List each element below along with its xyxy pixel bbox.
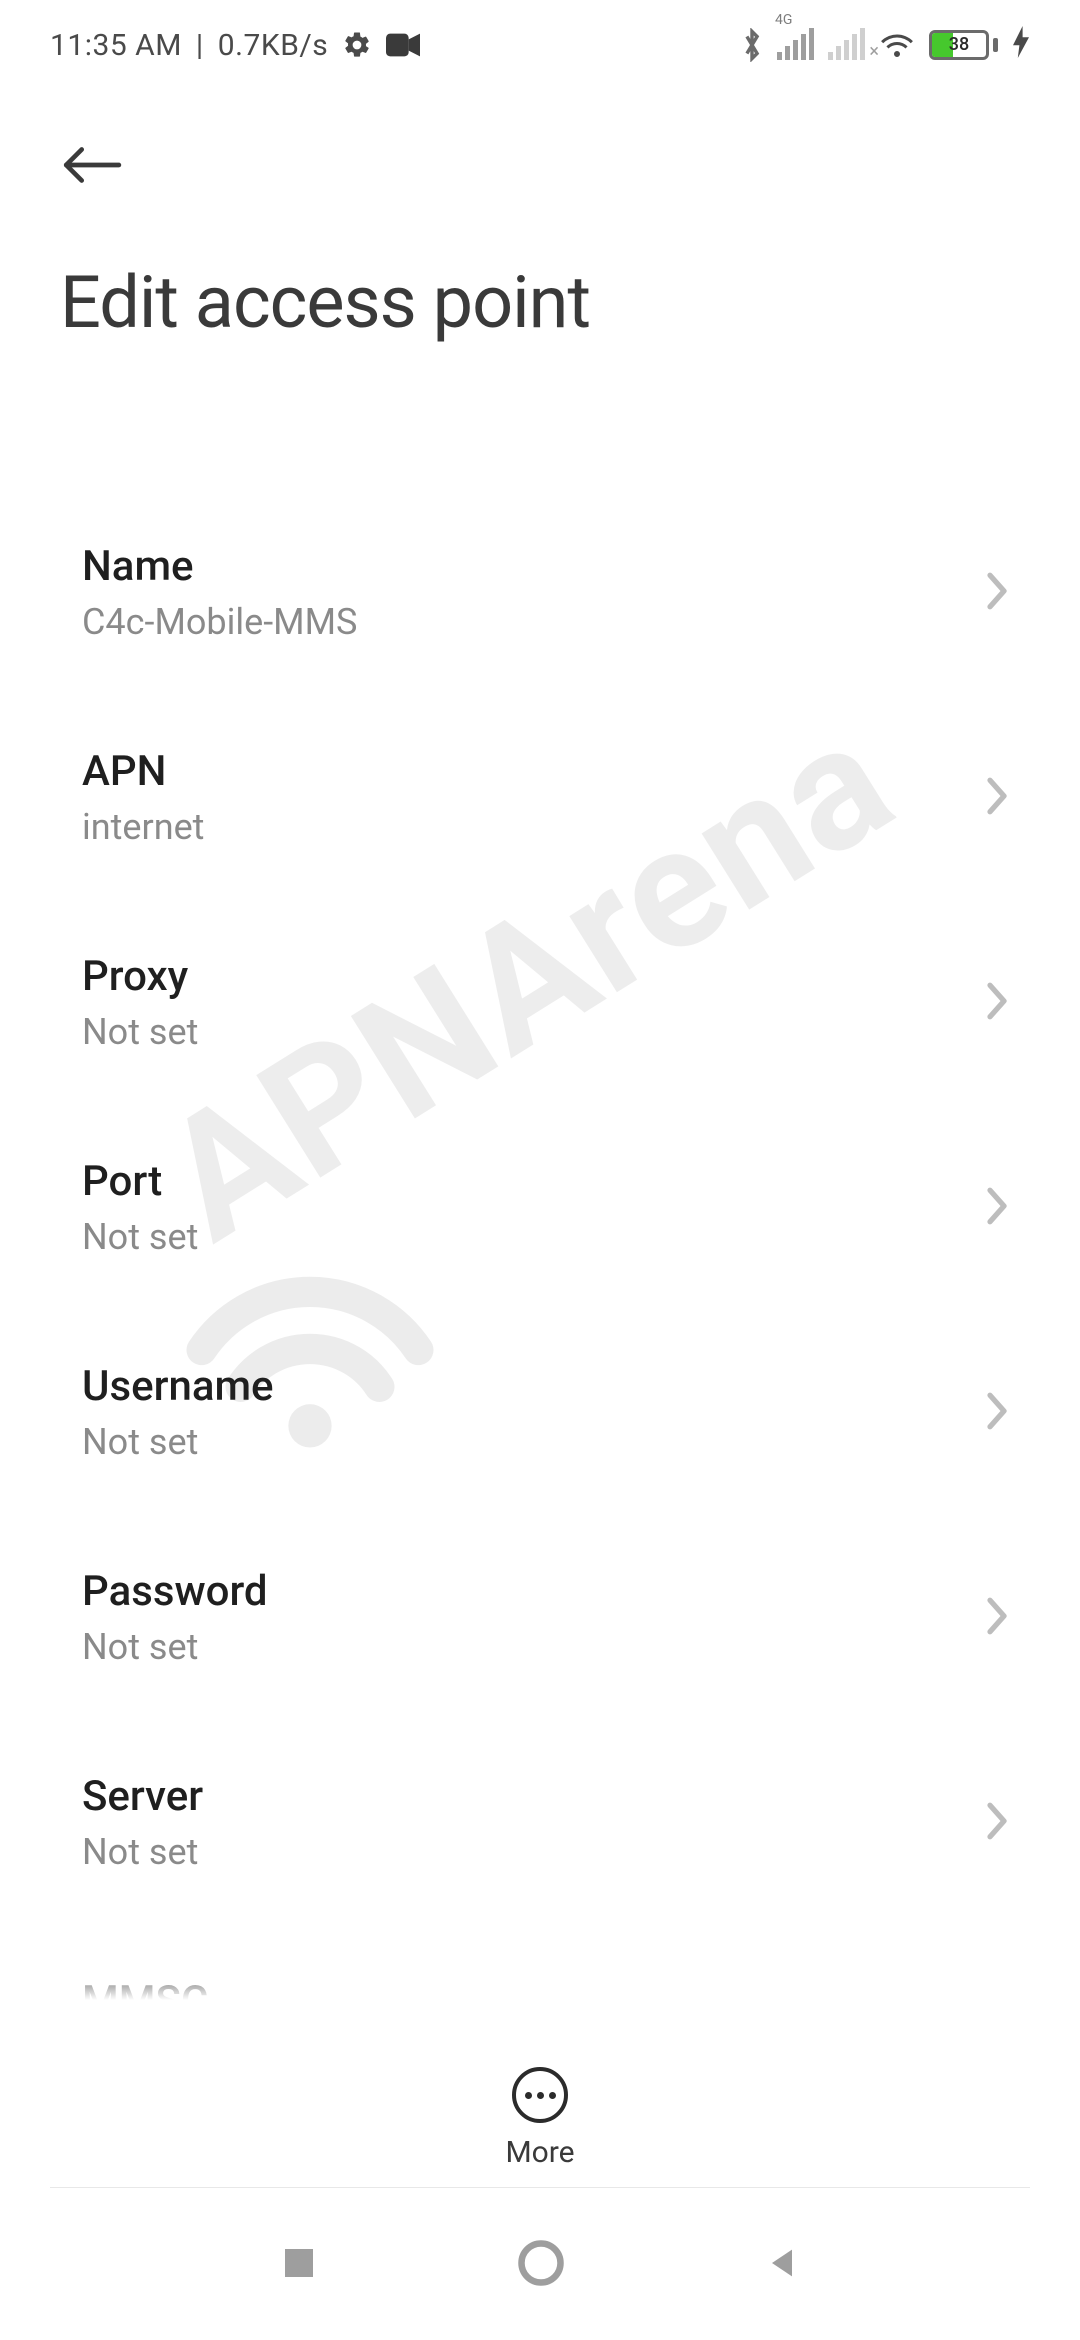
chevron-right-icon (984, 1390, 1010, 1436)
signal-nosim-icon: × (828, 30, 865, 60)
settings-icon (342, 30, 372, 60)
item-label: MMSC (82, 1977, 540, 2000)
camera-icon (386, 33, 420, 57)
item-name[interactable]: Name C4c-Mobile-MMS (0, 490, 1080, 695)
item-apn[interactable]: APN internet (0, 695, 1080, 900)
item-label: Server (82, 1772, 203, 1821)
more-icon (512, 2067, 568, 2123)
nav-back-button[interactable] (762, 2242, 802, 2288)
wifi-icon (879, 30, 915, 60)
chevron-right-icon (984, 1185, 1010, 1231)
item-label: Proxy (82, 952, 198, 1001)
item-value: C4c-Mobile-MMS (82, 601, 357, 643)
charging-icon (1012, 26, 1030, 65)
item-server[interactable]: Server Not set (0, 1720, 1080, 1925)
chevron-right-icon (984, 570, 1010, 616)
item-port[interactable]: Port Not set (0, 1105, 1080, 1310)
item-label: Password (82, 1567, 268, 1616)
item-value: Not set (82, 1421, 274, 1463)
signal-4g-icon: 4G (777, 30, 814, 60)
item-value: Not set (82, 1011, 198, 1053)
more-button[interactable]: More (0, 2067, 1080, 2170)
divider (50, 2187, 1030, 2188)
item-label: Username (82, 1362, 274, 1411)
item-label: APN (82, 747, 204, 796)
status-net-speed: 0.7KB/s (218, 28, 329, 63)
item-value: Not set (82, 1626, 268, 1668)
item-proxy[interactable]: Proxy Not set (0, 900, 1080, 1105)
header: Edit access point (0, 110, 1080, 385)
chevron-right-icon (984, 980, 1010, 1026)
chevron-right-icon (984, 775, 1010, 821)
item-label: Port (82, 1157, 198, 1206)
page-title: Edit access point (60, 260, 1020, 345)
item-label: Name (82, 542, 357, 591)
more-label: More (505, 2135, 574, 2170)
item-value: internet (82, 806, 204, 848)
item-username[interactable]: Username Not set (0, 1310, 1080, 1515)
nav-recent-button[interactable] (278, 2242, 320, 2288)
bluetooth-icon (741, 28, 763, 62)
system-nav-bar (0, 2190, 1080, 2340)
battery-icon: 38 (929, 30, 998, 60)
nav-home-button[interactable] (515, 2237, 567, 2293)
item-value: Not set (82, 1831, 203, 1873)
item-mmsc[interactable]: MMSC http://10.16.18.4:38090/was (0, 1925, 1080, 2000)
back-button[interactable] (60, 130, 130, 200)
apn-settings-list: Name C4c-Mobile-MMS APN internet Proxy N… (0, 490, 1080, 2000)
item-value: Not set (82, 1216, 198, 1258)
status-time: 11:35 AM (50, 28, 182, 63)
chevron-right-icon (984, 1595, 1010, 1641)
item-password[interactable]: Password Not set (0, 1515, 1080, 1720)
status-separator: | (196, 28, 204, 63)
chevron-right-icon (984, 1800, 1010, 1846)
status-bar: 11:35 AM | 0.7KB/s 4G × 38 (0, 0, 1080, 90)
